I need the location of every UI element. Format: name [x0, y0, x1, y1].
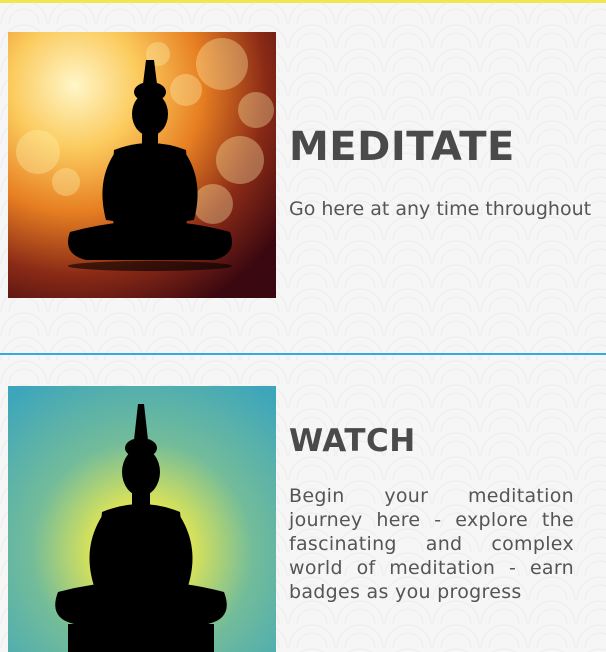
top-accent-rule: [0, 0, 606, 3]
meditate-title[interactable]: MEDITATE: [289, 124, 515, 170]
watch-title[interactable]: WATCH: [289, 423, 416, 459]
meditate-description: Go here at any time throughout: [289, 198, 592, 220]
buddha-silhouette-glow-icon[interactable]: [8, 386, 276, 652]
buddha-silhouette-bokeh-icon[interactable]: [8, 32, 276, 298]
section-divider: [0, 353, 606, 355]
watch-description: Begin your meditation journey here - exp…: [289, 485, 574, 603]
watch-section[interactable]: WATCH Begin your meditation journey here…: [0, 386, 606, 652]
meditate-section[interactable]: MEDITATE Go here at any time throughout: [0, 32, 606, 298]
